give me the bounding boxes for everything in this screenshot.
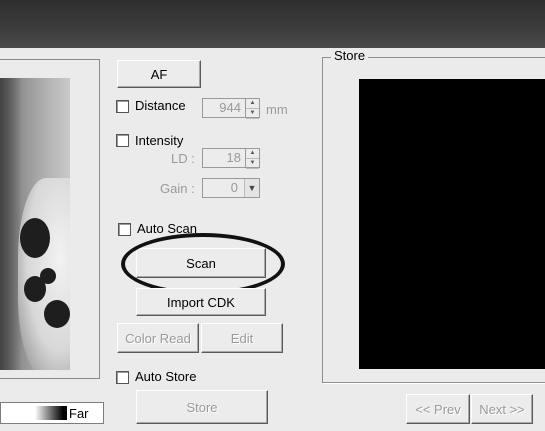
prev-button[interactable]: << Prev [406, 394, 470, 424]
ld-spinner[interactable]: 18 ▲ ▼ [202, 148, 260, 169]
gain-value: 0 [230, 180, 238, 195]
auto-store-label: Auto Store [135, 369, 197, 384]
next-button[interactable]: Next >> [471, 394, 533, 424]
scan-button[interactable]: Scan [136, 248, 266, 278]
preview-dot [20, 218, 50, 258]
range-gradient-bar: Far [0, 402, 104, 424]
store-button[interactable]: Store [136, 390, 268, 424]
spin-down-icon[interactable]: ▼ [246, 159, 259, 169]
store-image-display [359, 79, 545, 369]
preview-dot [40, 268, 56, 284]
chevron-down-icon[interactable]: ▼ [244, 179, 259, 197]
window-title-bar [0, 0, 545, 48]
auto-scan-checkbox[interactable] [118, 223, 131, 236]
distance-label: Distance [135, 98, 186, 113]
gain-label: Gain : [160, 181, 195, 196]
store-group-title: Store [331, 48, 369, 63]
range-gradient-end [63, 406, 67, 420]
intensity-label: Intensity [135, 133, 184, 148]
ld-spinner-arrows[interactable]: ▲ ▼ [245, 149, 259, 169]
distance-unit: mm [266, 102, 288, 117]
distance-spinner-arrows[interactable]: ▲ ▼ [245, 99, 259, 119]
import-cdk-button[interactable]: Import CDK [136, 288, 266, 316]
spin-down-icon[interactable]: ▼ [246, 109, 259, 119]
range-far-label: Far [69, 406, 89, 421]
edit-button[interactable]: Edit [201, 323, 283, 353]
auto-scan-label: Auto Scan [137, 221, 197, 236]
distance-checkbox[interactable] [116, 100, 129, 113]
color-read-button[interactable]: Color Read [117, 323, 199, 353]
intensity-checkbox[interactable] [116, 134, 129, 147]
preview-dot [44, 300, 70, 328]
camera-preview-image [0, 78, 70, 370]
spin-up-icon[interactable]: ▲ [246, 149, 259, 159]
distance-spinner[interactable]: 944 ▲ ▼ [202, 98, 260, 119]
spin-up-icon[interactable]: ▲ [246, 99, 259, 109]
ld-label: LD : [171, 151, 195, 166]
gain-dropdown[interactable]: 0 ▼ [202, 178, 260, 198]
auto-store-checkbox[interactable] [116, 371, 129, 384]
range-gradient-fill [35, 406, 63, 420]
distance-value: 944 [219, 100, 241, 115]
preview-shadow [0, 78, 22, 370]
ld-value: 18 [226, 150, 241, 165]
af-button[interactable]: AF [117, 60, 201, 88]
